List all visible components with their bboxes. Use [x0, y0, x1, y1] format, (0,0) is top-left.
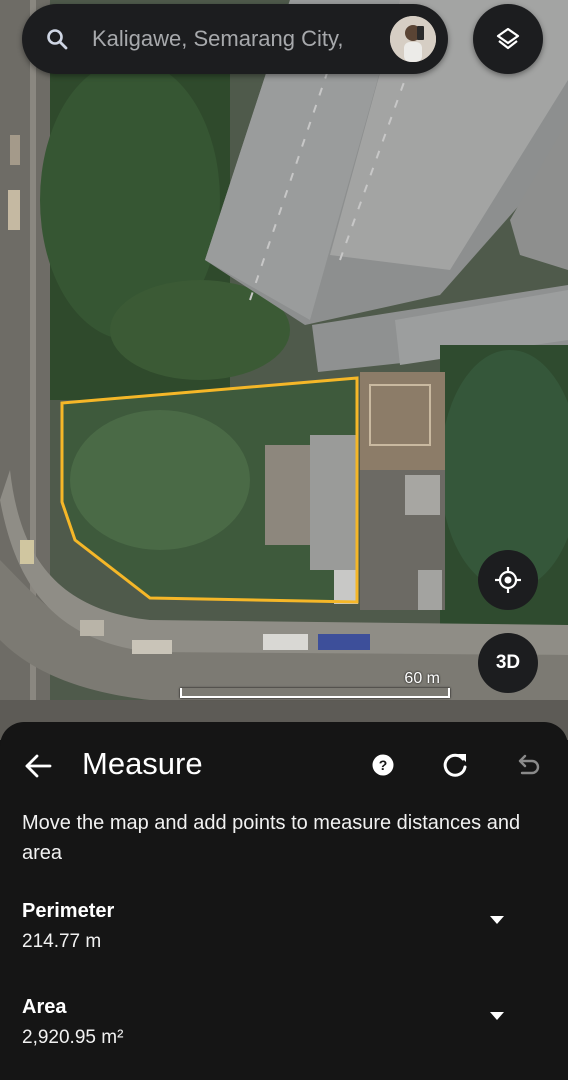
3d-button[interactable]: 3D — [478, 633, 538, 693]
refresh-icon[interactable] — [440, 750, 470, 780]
satellite-imagery — [0, 0, 568, 740]
search-bar[interactable]: Kaligawe, Semarang City, — [22, 4, 448, 74]
svg-text:?: ? — [379, 757, 388, 773]
chevron-down-icon[interactable] — [488, 914, 506, 926]
measure-panel: Measure ? Move the map and add points to… — [0, 722, 568, 1080]
chevron-down-icon[interactable] — [488, 1010, 506, 1022]
area-label: Area — [22, 996, 67, 1018]
layers-icon — [496, 27, 520, 50]
area-value: 2,920.95 m² — [22, 1027, 124, 1048]
perimeter-value: 214.77 m — [22, 931, 102, 952]
back-arrow-icon[interactable] — [22, 750, 54, 782]
crosshair-icon — [495, 567, 521, 593]
instructions-text: Move the map and add points to measure d… — [22, 812, 521, 864]
search-input[interactable]: Kaligawe, Semarang City, — [92, 26, 390, 52]
search-icon[interactable] — [22, 4, 92, 74]
perimeter-row[interactable]: Perimeter 214.77 m — [22, 900, 542, 953]
scale-label: 60 m — [404, 670, 440, 687]
my-location-button[interactable] — [478, 550, 538, 610]
panel-header: Measure ? — [0, 738, 568, 792]
layers-button[interactable] — [473, 4, 543, 74]
satellite-map[interactable]: Kaligawe, Semarang City, 3D 60 m — [0, 0, 568, 740]
avatar[interactable] — [390, 16, 436, 62]
perimeter-label: Perimeter — [22, 900, 115, 922]
scale-bar: 60 m — [180, 670, 450, 700]
page-title: Measure — [82, 746, 203, 781]
area-row[interactable]: Area 2,920.95 m² — [22, 996, 542, 1049]
scale-line — [180, 688, 450, 698]
undo-icon[interactable] — [512, 750, 542, 780]
help-icon[interactable]: ? — [372, 754, 394, 776]
